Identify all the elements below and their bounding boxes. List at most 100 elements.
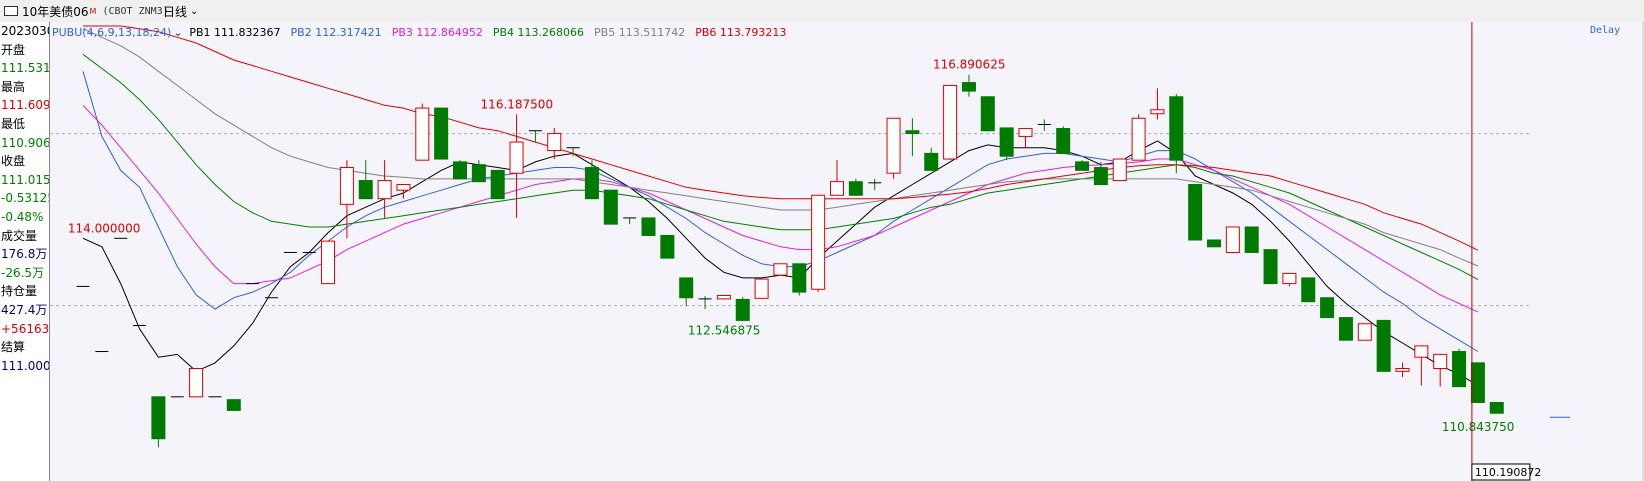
candle-up — [377, 180, 392, 200]
candle-up — [1018, 127, 1033, 137]
candle-up — [1395, 368, 1410, 372]
info-row: 110.9062 — [1, 135, 49, 150]
legend-item-pb4: PB4 113.268066 — [493, 26, 584, 39]
info-row: 最低 — [1, 116, 26, 131]
candle-up — [943, 84, 958, 160]
instrument-symbol: (CBOT ZNM3) — [102, 5, 169, 17]
candle-down — [151, 396, 166, 440]
info-row: -26.5万 — [1, 265, 45, 280]
candle-down — [1320, 297, 1335, 319]
candle-down — [584, 167, 599, 200]
candle-down — [905, 130, 920, 135]
candle-down — [453, 161, 467, 180]
info-row: 最高 — [1, 79, 26, 94]
candle-down — [1470, 362, 1485, 403]
candle-down — [226, 399, 241, 411]
info-row: 111.5312 — [1, 61, 49, 76]
title-bar: 10年美债06 M (CBOT ZNM3) 日线 ⌄ — [0, 0, 1644, 23]
info-row: 结算 — [1, 340, 26, 355]
candle-down — [358, 180, 373, 200]
candle-down — [735, 298, 750, 321]
candle-down — [1093, 167, 1108, 186]
candle-down — [924, 152, 939, 171]
current-price-label: 110.190872 — [1475, 466, 1541, 479]
candle-down — [434, 107, 449, 160]
price-annotation: 112.546875 — [688, 324, 761, 338]
candle-up — [509, 141, 524, 174]
candle-down — [961, 82, 976, 92]
candle-up — [716, 294, 731, 300]
delay-label: Delay — [1590, 25, 1620, 36]
candle-up — [811, 194, 826, 290]
period-label: 日线 — [163, 4, 188, 19]
candle-down — [1207, 239, 1221, 248]
info-row: -0.48% — [1, 209, 44, 224]
instrument-title[interactable]: 10年美债06 M (CBOT ZNM3) — [22, 3, 169, 19]
candle-up — [321, 240, 336, 285]
candle-down — [679, 277, 694, 299]
legend-item-pb3: PB3 112.864952 — [392, 26, 483, 39]
candle-up — [886, 117, 901, 174]
candle-up — [547, 133, 562, 152]
info-row: 开盘 — [1, 42, 26, 57]
info-row: 111.0156 — [1, 172, 49, 187]
candle-down — [980, 96, 995, 132]
instrument-name: 10年美债06 — [22, 4, 89, 19]
price-annotation: 116.890625 — [933, 58, 1006, 72]
candle-down — [641, 217, 656, 236]
candle-up — [396, 184, 411, 191]
info-row: 收盘 — [1, 154, 26, 169]
quote-info-panel: 20230301 开盘 111.5312 最高 111.6093 最低 110.9062 收盘… — [0, 22, 50, 481]
candle-up — [189, 368, 204, 398]
info-row: 111.6093 — [1, 98, 49, 113]
price-chart[interactable]: 116.890625 116.187500 114.000000 112.546875… — [50, 22, 1644, 481]
candle-down — [1244, 226, 1259, 253]
candle-down — [1338, 317, 1353, 341]
legend-item-pb6: PB6 113.793213 — [695, 26, 786, 39]
candle-up — [1414, 345, 1429, 358]
chevron-down-icon: ⌄ — [190, 5, 199, 17]
candle-up — [1150, 109, 1165, 115]
info-row: -0.53125 — [1, 191, 49, 206]
info-row: 成交量 — [1, 228, 38, 243]
candle-up — [773, 263, 788, 276]
candle-up — [754, 278, 769, 299]
candle-down — [1263, 249, 1278, 285]
candle-up — [1357, 323, 1372, 341]
instrument-superscript: M — [89, 6, 97, 16]
candle-down — [1056, 127, 1071, 154]
candle-down — [1489, 401, 1504, 414]
candle-down — [1301, 277, 1316, 303]
price-annotation: 110.843750 — [1442, 420, 1515, 434]
price-annotation: 114.000000 — [68, 221, 141, 235]
candle-up — [1225, 226, 1240, 253]
candle-down — [603, 189, 618, 225]
info-row: 20230301 — [1, 24, 49, 38]
candle-down — [1075, 161, 1090, 171]
candle-up — [1433, 353, 1448, 370]
candle-down — [999, 127, 1014, 157]
candle-up — [830, 181, 844, 196]
info-row: 176.8万 — [1, 247, 48, 262]
legend-item-pb2: PB2 112.317421 — [291, 26, 382, 39]
window-icon[interactable] — [4, 3, 18, 19]
indicator-name: PUBU(4,6,9,13,18,24) — [52, 26, 171, 39]
candle-up — [1131, 117, 1146, 161]
period-selector[interactable]: 日线 ⌄ — [163, 3, 198, 19]
price-annotation: 116.187500 — [481, 97, 554, 111]
candle-up — [1112, 158, 1127, 182]
candle-up — [415, 107, 430, 161]
candle-down — [1188, 184, 1203, 241]
chevron-down-icon: ⌄ — [173, 26, 182, 39]
candle-up — [1282, 272, 1297, 285]
candle-down — [490, 169, 505, 200]
info-row: 427.4万 — [1, 302, 48, 317]
info-row: +56163 — [1, 321, 49, 336]
legend-item-pb1: PB1 111.832367 — [189, 26, 280, 39]
legend-item-pb5: PB5 113.511742 — [594, 26, 685, 39]
candle-down — [1169, 96, 1184, 161]
candle-down — [848, 181, 863, 196]
candle-down — [471, 164, 486, 183]
candle-down — [1376, 319, 1391, 372]
chart-background — [50, 22, 1644, 481]
